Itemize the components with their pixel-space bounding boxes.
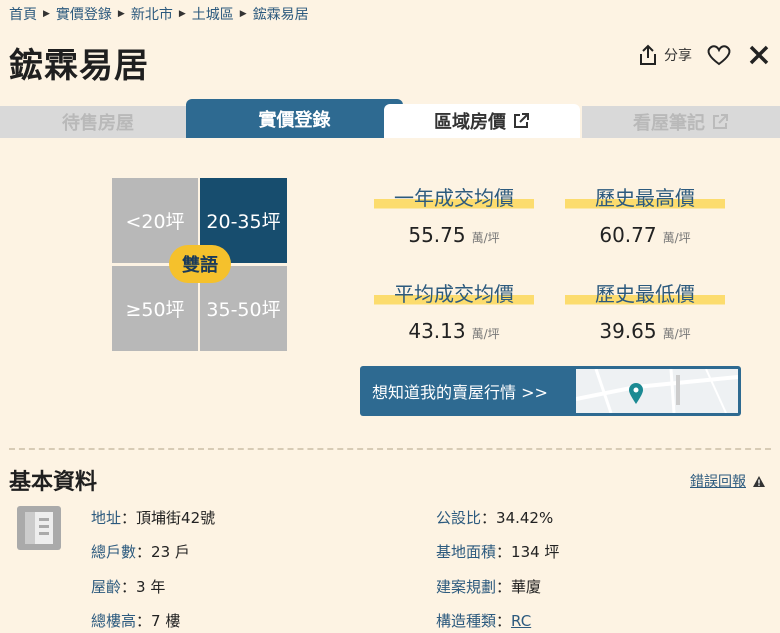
chevron-right-icon: ▶ bbox=[239, 9, 247, 19]
stat-label: 一年成交均價 bbox=[374, 182, 534, 211]
stat-unit: 萬/坪 bbox=[471, 327, 500, 341]
info-public-ratio: 公設比：34.42% bbox=[436, 509, 554, 527]
stat-value: 39.65 bbox=[599, 319, 657, 343]
stat-history-low: 歷史最低價 39.65 萬/坪 bbox=[565, 278, 725, 343]
chevron-right-icon: ▶ bbox=[43, 9, 50, 19]
info-households: 總戶數：23 戶 bbox=[91, 543, 190, 561]
error-report-link[interactable]: 錯誤回報 bbox=[690, 471, 766, 491]
sell-price-banner[interactable]: 想知道我的賣屋行情 >> bbox=[360, 366, 741, 416]
size-filter-grid: <20坪 20-35坪 ≥50坪 35-50坪 雙語 bbox=[112, 178, 288, 351]
map-image bbox=[575, 368, 739, 414]
building-info-icon bbox=[17, 506, 61, 550]
chevron-right-icon: ▶ bbox=[178, 9, 186, 19]
external-link-icon bbox=[514, 113, 529, 128]
breadcrumb: 首頁 ▶ 實價登錄 ▶ 新北市 ▶ 土城區 ▶ 鋐霖易居 bbox=[9, 4, 309, 24]
warning-icon bbox=[753, 475, 765, 487]
breadcrumb-district[interactable]: 土城區 bbox=[192, 4, 234, 24]
tab-bar: 待售房屋 實價登錄 區域房價 看屋筆記 bbox=[0, 98, 780, 140]
close-icon[interactable] bbox=[748, 44, 770, 66]
stat-label: 歷史最低價 bbox=[565, 278, 725, 307]
stat-value: 43.13 bbox=[408, 319, 466, 343]
share-button[interactable]: 分享 bbox=[638, 44, 692, 66]
info-planning: 建案規劃：華廈 bbox=[436, 578, 542, 596]
tab-for-sale[interactable]: 待售房屋 bbox=[0, 106, 186, 138]
info-age: 屋齡：3 年 bbox=[91, 578, 166, 596]
tab-real-price[interactable]: 實價登錄 bbox=[186, 99, 403, 138]
chevron-right-icon: ▶ bbox=[117, 9, 125, 19]
share-icon bbox=[640, 44, 656, 65]
error-report-label: 錯誤回報 bbox=[690, 474, 746, 490]
stat-value: 60.77 bbox=[599, 223, 657, 247]
stat-label: 歷史最高價 bbox=[565, 182, 725, 211]
breadcrumb-realprice[interactable]: 實價登錄 bbox=[56, 4, 112, 24]
stat-year-avg: 一年成交均價 55.75 萬/坪 bbox=[374, 182, 534, 247]
page-title: 鋐霖易居 bbox=[9, 46, 149, 86]
breadcrumb-current: 鋐霖易居 bbox=[252, 7, 309, 23]
stat-label: 平均成交均價 bbox=[374, 278, 534, 307]
structure-link[interactable]: RC bbox=[511, 612, 531, 630]
stat-overall-avg: 平均成交均價 43.13 萬/坪 bbox=[374, 278, 534, 343]
stat-history-high: 歷史最高價 60.77 萬/坪 bbox=[565, 182, 725, 247]
share-label: 分享 bbox=[664, 48, 692, 64]
section-divider bbox=[9, 448, 771, 450]
banner-text: 想知道我的賣屋行情 >> bbox=[372, 383, 548, 402]
external-link-icon bbox=[713, 114, 728, 129]
tab-viewing-notes[interactable]: 看屋筆記 bbox=[582, 106, 780, 138]
info-address: 地址：頂埔街42號 bbox=[91, 509, 216, 527]
breadcrumb-city[interactable]: 新北市 bbox=[131, 4, 173, 24]
stat-unit: 萬/坪 bbox=[662, 327, 691, 341]
header-actions: 分享 bbox=[638, 44, 770, 66]
bilingual-badge: 雙語 bbox=[169, 245, 231, 283]
info-floors: 總樓高：7 樓 bbox=[91, 612, 181, 630]
stat-value: 55.75 bbox=[408, 223, 466, 247]
breadcrumb-home[interactable]: 首頁 bbox=[9, 4, 37, 24]
stat-unit: 萬/坪 bbox=[662, 231, 691, 245]
basic-info-title: 基本資料 bbox=[9, 470, 98, 495]
heart-icon[interactable] bbox=[706, 44, 732, 66]
tab-area-price[interactable]: 區域房價 bbox=[384, 104, 580, 138]
stat-unit: 萬/坪 bbox=[471, 231, 500, 245]
map-thumbnail bbox=[575, 368, 739, 414]
info-structure: 構造種類：RC bbox=[436, 612, 532, 630]
map-pin-icon bbox=[629, 383, 643, 404]
info-land-area: 基地面積：134 坪 bbox=[436, 543, 560, 561]
